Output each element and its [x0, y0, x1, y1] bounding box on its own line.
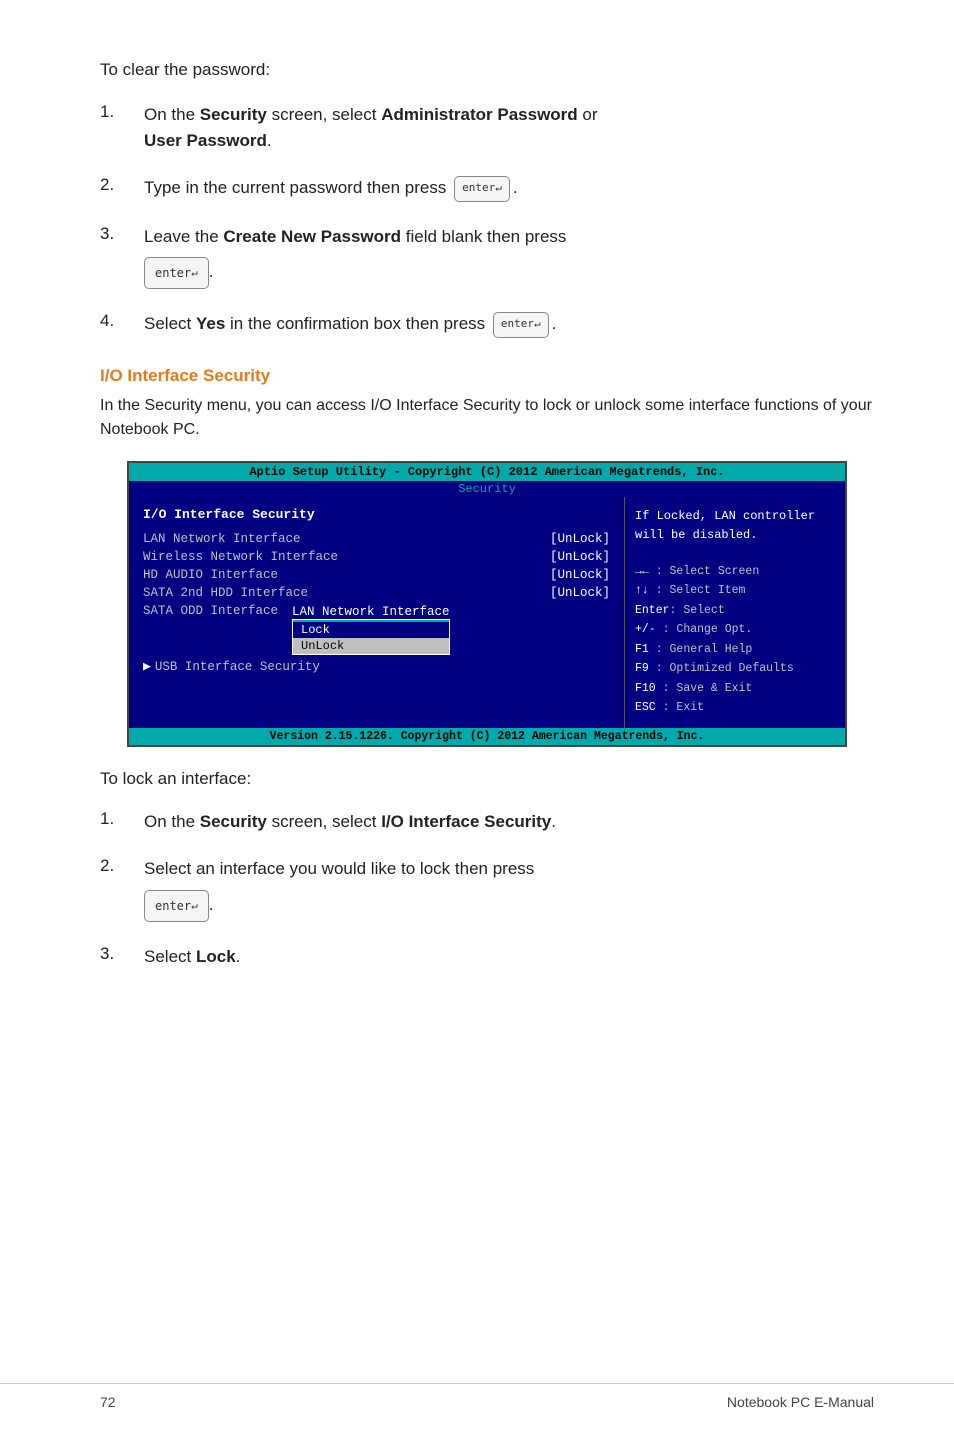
bios-key-enter: Enter: Select: [635, 601, 835, 621]
bios-key-f9: F9 : Optimized Defaults: [635, 659, 835, 679]
bios-left-panel: I/O Interface Security LAN Network Inter…: [129, 497, 625, 728]
bios-key-selectscreen: →← : Select Screen: [635, 562, 835, 582]
bios-topbar: Aptio Setup Utility - Copyright (C) 2012…: [129, 463, 845, 481]
lock-steps: 1. On the Security screen, select I/O In…: [100, 809, 874, 970]
bios-keys: →← : Select Screen ↑↓ : Select Item Ente…: [635, 562, 835, 718]
io-security-text: In the Security menu, you can access I/O…: [100, 394, 874, 444]
lock-step-2-num: 2.: [100, 856, 144, 876]
step-1-content: On the Security screen, select Administr…: [144, 102, 874, 153]
lock-step-1: 1. On the Security screen, select I/O In…: [100, 809, 874, 835]
bios-usb-label: USB Interface Security: [155, 660, 320, 674]
step-1: 1. On the Security screen, select Admini…: [100, 102, 874, 153]
bios-tab: Security: [458, 482, 516, 496]
lock-step-3: 3. Select Lock.: [100, 944, 874, 970]
bios-lan-value: [UnLock]: [550, 532, 610, 546]
enter-block-wrap-1: enter ↵.: [144, 257, 874, 289]
bios-key-f10: F10 : Save & Exit: [635, 679, 835, 699]
enter-key-block-2: enter ↵: [144, 890, 209, 922]
step-4-bold: Yes: [196, 314, 225, 333]
bios-popup-lock[interactable]: Lock: [293, 622, 449, 638]
lock-step-1-bold1: Security: [200, 812, 267, 831]
bios-key-plusminus: +/- : Change Opt.: [635, 620, 835, 640]
step-4: 4. Select Yes in the confirmation box th…: [100, 311, 874, 338]
clear-password-steps: 1. On the Security screen, select Admini…: [100, 102, 874, 338]
bios-audio-label: HD AUDIO Interface: [143, 568, 278, 582]
intro-text: To clear the password:: [100, 60, 874, 80]
footer-page-num: 72: [100, 1394, 116, 1410]
bios-section-title: I/O Interface Security: [143, 507, 610, 522]
bios-key-esc: ESC : Exit: [635, 698, 835, 718]
bios-lan-label: LAN Network Interface: [143, 532, 301, 546]
enter-arrow-4: ↵: [191, 898, 198, 915]
step-1-bold3: User Password: [144, 131, 267, 150]
enter-arrow-2: ↵: [191, 265, 198, 282]
enter-key-inline-2: enter ↵: [493, 312, 549, 338]
step-3-content: Leave the Create New Password field blan…: [144, 224, 874, 290]
bios-bottombar: Version 2.15.1226. Copyright (C) 2012 Am…: [129, 728, 845, 745]
enter-key-inline-1: enter ↵: [454, 176, 510, 202]
bios-popup: Lock UnLock: [292, 619, 450, 655]
bios-row-sata2: SATA 2nd HDD Interface [UnLock]: [143, 586, 610, 600]
step-2-num: 2.: [100, 175, 144, 195]
bios-odd-popup-title: LAN Network Interface: [292, 605, 450, 619]
bios-wireless-label: Wireless Network Interface: [143, 550, 338, 564]
enter-key-block-1: enter ↵: [144, 257, 209, 289]
bios-odd-label: SATA ODD Interface: [143, 604, 278, 618]
bios-audio-value: [UnLock]: [550, 568, 610, 582]
step-1-bold1: Security: [200, 105, 267, 124]
bios-wireless-value: [UnLock]: [550, 550, 610, 564]
footer-title: Notebook PC E-Manual: [727, 1394, 874, 1410]
lock-step-3-bold: Lock: [196, 947, 236, 966]
bios-help-text: If Locked, LAN controller will be disabl…: [635, 507, 835, 545]
enter-block-wrap-2: enter ↵.: [144, 890, 874, 922]
step-4-content: Select Yes in the confirmation box then …: [144, 311, 874, 338]
step-4-num: 4.: [100, 311, 144, 331]
lock-step-2-content: Select an interface you would like to lo…: [144, 856, 874, 922]
lock-step-1-num: 1.: [100, 809, 144, 829]
enter-arrow-1: ↵: [495, 180, 502, 197]
bios-screen: Aptio Setup Utility - Copyright (C) 2012…: [127, 461, 847, 747]
io-security-heading: I/O Interface Security: [100, 366, 874, 386]
bios-key-f1: F1 : General Help: [635, 640, 835, 660]
bios-body: I/O Interface Security LAN Network Inter…: [129, 497, 845, 728]
lock-step-2: 2. Select an interface you would like to…: [100, 856, 874, 922]
step-3: 3. Leave the Create New Password field b…: [100, 224, 874, 290]
lock-step-1-bold2: I/O Interface Security: [381, 812, 551, 831]
bios-right-panel: If Locked, LAN controller will be disabl…: [625, 497, 845, 728]
bios-popup-unlock[interactable]: UnLock: [293, 638, 449, 654]
bios-row-usb: ▶ USB Interface Security: [143, 659, 610, 674]
bios-usb-arrow: ▶: [143, 659, 151, 674]
bios-row-wireless: Wireless Network Interface [UnLock]: [143, 550, 610, 564]
lock-step-1-content: On the Security screen, select I/O Inter…: [144, 809, 874, 835]
step-3-bold: Create New Password: [223, 227, 401, 246]
bios-row-lan: LAN Network Interface [UnLock]: [143, 532, 610, 546]
bios-row-audio: HD AUDIO Interface [UnLock]: [143, 568, 610, 582]
bios-sata2-label: SATA 2nd HDD Interface: [143, 586, 308, 600]
bios-keys-area: →← : Select Screen ↑↓ : Select Item Ente…: [635, 562, 835, 718]
step-3-num: 3.: [100, 224, 144, 244]
step-2-content: Type in the current password then press …: [144, 175, 874, 202]
step-1-bold2: Administrator Password: [381, 105, 578, 124]
lock-step-3-num: 3.: [100, 944, 144, 964]
page-footer: 72 Notebook PC E-Manual: [0, 1383, 954, 1410]
bios-odd-popup-area: LAN Network Interface Lock UnLock: [292, 604, 450, 655]
bios-row-odd: SATA ODD Interface LAN Network Interface…: [143, 604, 610, 655]
lock-step-3-content: Select Lock.: [144, 944, 874, 970]
to-lock-intro: To lock an interface:: [100, 769, 874, 789]
bios-key-selectitem: ↑↓ : Select Item: [635, 581, 835, 601]
step-2: 2. Type in the current password then pre…: [100, 175, 874, 202]
enter-arrow-3: ↵: [534, 316, 541, 333]
step-1-num: 1.: [100, 102, 144, 122]
bios-sata2-value: [UnLock]: [550, 586, 610, 600]
